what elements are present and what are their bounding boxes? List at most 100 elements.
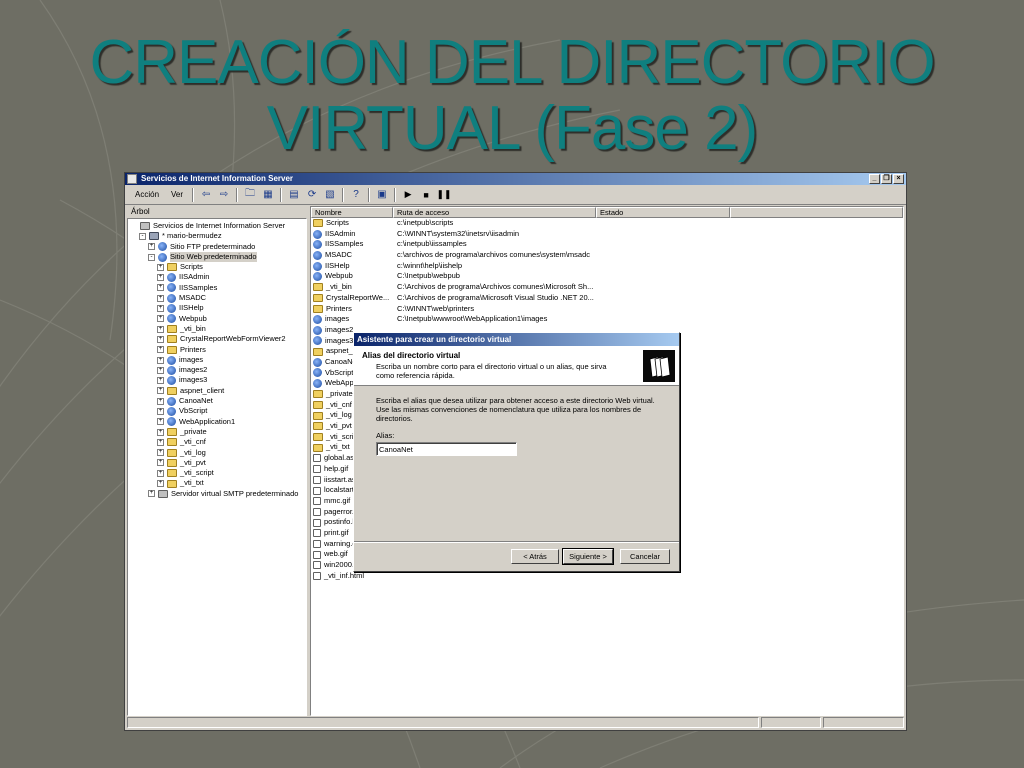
tree-node[interactable]: + Scripts — [130, 262, 306, 272]
expand-icon[interactable]: + — [157, 274, 164, 282]
expand-icon[interactable]: + — [157, 418, 164, 426]
list-item[interactable]: CrystalReportWe... C:\Archivos de program… — [311, 293, 903, 304]
expand-icon[interactable]: + — [157, 480, 164, 488]
back-arrow-icon[interactable]: ⇦ — [199, 188, 213, 202]
menu-ver[interactable]: Ver — [165, 190, 189, 199]
tree-node[interactable]: + Servidor virtual SMTP predeterminado — [130, 489, 306, 499]
status-bar — [127, 717, 904, 729]
file-icon — [313, 539, 321, 548]
tree-node-label: CrystalReportWebFormViewer2 — [180, 334, 286, 344]
expand-icon[interactable]: + — [157, 325, 164, 333]
stop-icon[interactable]: ■ — [419, 188, 433, 202]
column-header-ruta[interactable]: Ruta de acceso — [393, 207, 596, 218]
list-item[interactable]: IISAdmin C:\WINNT\system32\inetsrv\iisadm… — [311, 229, 903, 240]
tree-node[interactable]: + Webpub — [130, 314, 306, 324]
tree-node[interactable]: + WebApplication1 — [130, 417, 306, 427]
tree-node[interactable]: - * mario-bermudez — [130, 231, 306, 241]
expand-icon[interactable]: + — [157, 305, 164, 313]
expand-icon[interactable]: + — [157, 377, 164, 385]
list-item[interactable]: _vti_inf.html — [311, 571, 903, 582]
tree-node[interactable]: + CrystalReportWebFormViewer2 — [130, 334, 306, 344]
expand-icon[interactable]: + — [157, 387, 164, 395]
globe-icon — [167, 355, 176, 365]
help-icon[interactable]: ? — [349, 188, 363, 202]
tree-node[interactable]: + _private — [130, 427, 306, 437]
column-header-nombre[interactable]: Nombre — [311, 207, 393, 218]
dialog-instructions: Escriba el alias que desea utilizar para… — [376, 396, 655, 423]
expand-icon[interactable]: + — [157, 346, 164, 354]
expand-icon[interactable]: + — [157, 366, 164, 374]
expand-icon[interactable]: + — [157, 284, 164, 292]
tree-node[interactable]: + _vti_txt — [130, 478, 306, 488]
expand-icon[interactable]: + — [157, 438, 164, 446]
list-item-path: c:\archivos de programa\archivos comunes… — [397, 250, 590, 260]
expand-icon[interactable]: + — [157, 356, 164, 364]
tree-node[interactable]: + IISAdmin — [130, 272, 306, 283]
show-tree-icon[interactable]: ▦ — [261, 188, 275, 202]
expand-icon[interactable]: + — [157, 407, 164, 415]
expand-icon[interactable]: + — [148, 243, 155, 251]
tree-node[interactable]: + images — [130, 355, 306, 365]
export-list-icon[interactable]: ▧ — [323, 188, 337, 202]
expand-icon[interactable]: + — [157, 263, 164, 271]
tree-tab[interactable]: Árbol — [127, 206, 307, 218]
tree-view[interactable]: Servicios de Internet Information Server… — [127, 218, 307, 716]
list-item[interactable]: Printers C:\WINNT\web\printers — [311, 304, 903, 315]
connect-computer-icon[interactable]: ▣ — [375, 188, 389, 202]
pause-icon[interactable]: ❚❚ — [436, 188, 451, 202]
tree-node[interactable]: + _vti_pvt — [130, 458, 306, 468]
list-item[interactable]: images C:\Inetpub\wwwroot\WebApplication1… — [311, 314, 903, 325]
expand-icon[interactable]: + — [157, 428, 164, 436]
restore-button[interactable]: ❐ — [881, 174, 892, 184]
alias-input[interactable] — [376, 442, 517, 456]
collapse-icon[interactable]: - — [148, 253, 155, 261]
collapse-icon[interactable]: - — [139, 232, 146, 240]
next-button[interactable]: Siguiente > — [562, 548, 614, 565]
properties-icon[interactable]: ▤ — [287, 188, 301, 202]
tree-node[interactable]: + Printers — [130, 345, 306, 355]
tree-node[interactable]: + Sitio FTP predeterminado — [130, 242, 306, 252]
expand-icon[interactable]: + — [157, 335, 164, 343]
close-button[interactable]: × — [893, 174, 904, 184]
menu-accion[interactable]: Acción — [129, 190, 165, 199]
expand-icon[interactable]: + — [157, 469, 164, 477]
tree-node[interactable]: + images3 — [130, 375, 306, 386]
cancel-button[interactable]: Cancelar — [620, 549, 670, 564]
refresh-icon[interactable]: ⟳ — [305, 188, 319, 202]
list-item[interactable]: _vti_bin C:\Archivos de programa\Archivos… — [311, 282, 903, 293]
play-icon[interactable]: ▶ — [401, 188, 415, 202]
window-titlebar[interactable]: Servicios de Internet Information Server… — [125, 173, 906, 185]
expand-icon[interactable]: + — [157, 449, 164, 457]
expand-icon[interactable]: + — [148, 490, 155, 498]
list-item[interactable]: MSADC c:\archivos de programa\archivos co… — [311, 250, 903, 261]
expand-icon[interactable]: + — [157, 315, 164, 323]
back-button[interactable]: < Atrás — [511, 549, 559, 564]
list-item[interactable]: Scripts c:\inetpub\scripts — [311, 218, 903, 229]
tree-node[interactable]: + aspnet_client — [130, 386, 306, 396]
tree-node[interactable]: + VbScript — [130, 406, 306, 416]
tree-node[interactable]: - Sitio Web predeterminado — [130, 251, 306, 263]
column-header-estado[interactable]: Estado — [596, 207, 730, 218]
tree-node[interactable]: + _vti_cnf — [130, 437, 306, 447]
tree-node[interactable]: + IISHelp — [130, 303, 306, 314]
expand-icon[interactable]: + — [157, 397, 164, 405]
tree-node[interactable]: + _vti_script — [130, 468, 306, 478]
tree-node[interactable]: + CanoaNet — [130, 396, 306, 406]
dialog-title[interactable]: Asistente para crear un directorio virtu… — [354, 333, 679, 346]
minimize-button[interactable]: _ — [869, 174, 880, 184]
list-item[interactable]: IISSamples c:\inetpub\iissamples — [311, 239, 903, 250]
list-item[interactable]: Webpub C:\Inetpub\webpub — [311, 271, 903, 282]
slide-title-line1: CREACIÓN DEL DIRECTORIO — [89, 28, 935, 97]
up-folder-icon[interactable]: 🗀 — [243, 188, 257, 202]
tree-node[interactable]: + IISSamples — [130, 283, 306, 293]
list-item[interactable]: IISHelp c:\winnt\help\iishelp — [311, 261, 903, 272]
expand-icon[interactable]: + — [157, 459, 164, 467]
tree-node[interactable]: Servicios de Internet Information Server — [130, 221, 306, 231]
tree-node[interactable]: + _vti_log — [130, 448, 306, 458]
tree-node[interactable]: + _vti_bin — [130, 324, 306, 334]
forward-arrow-icon[interactable]: ⇨ — [217, 188, 231, 202]
tree-node[interactable]: + images2 — [130, 365, 306, 375]
toolbar-separator — [368, 187, 371, 202]
expand-icon[interactable]: + — [157, 294, 164, 302]
tree-node[interactable]: + MSADC — [130, 293, 306, 303]
